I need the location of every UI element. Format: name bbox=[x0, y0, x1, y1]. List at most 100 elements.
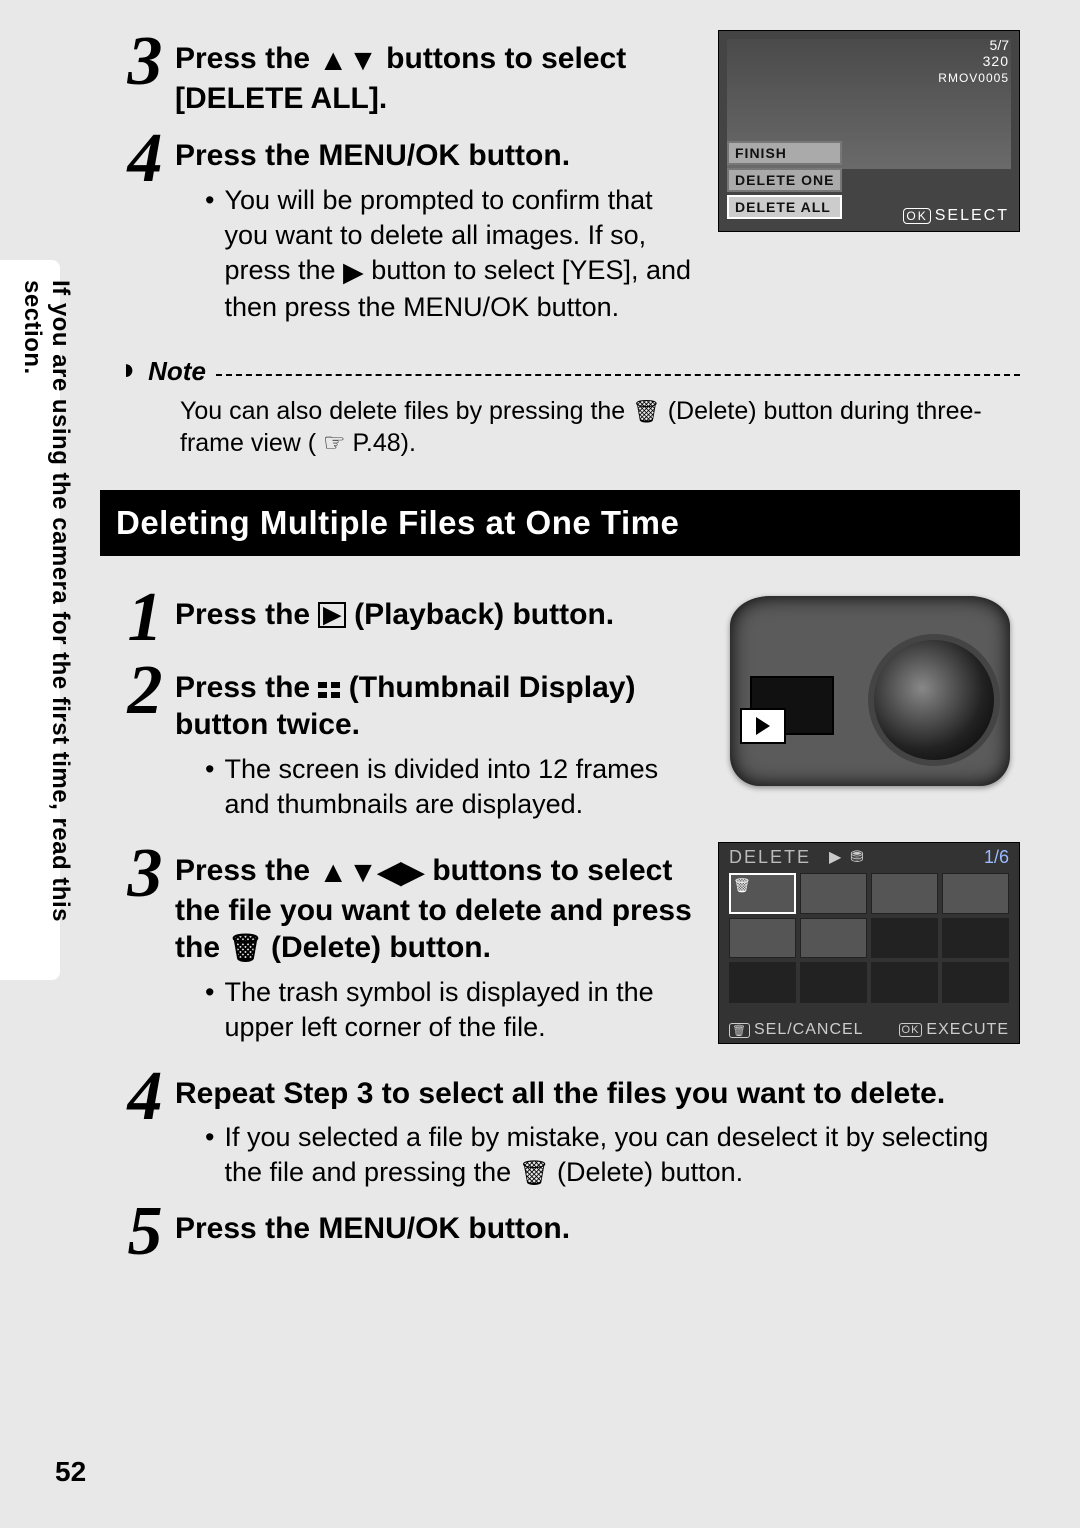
multi-step-3-body: Press the buttons to select the file you… bbox=[175, 842, 698, 1045]
multi-step-2-body: Press the (Thumbnail Display) button twi… bbox=[175, 659, 700, 822]
step-4-body: Press the MENU/OK button. You will be pr… bbox=[175, 127, 698, 325]
thumbnail-cell: 🗑 bbox=[729, 873, 796, 914]
multi-step3-text-a: Press the bbox=[175, 854, 318, 887]
note-dash-rule bbox=[216, 374, 1020, 376]
step-number-3: 3 bbox=[120, 30, 170, 93]
multi-step-1: 1 Press the ▶ (Playback) button. bbox=[120, 586, 700, 649]
figure-delete-menu: 5/7 320 RMOV0005 FINISH DELETE ONE DELET… bbox=[718, 30, 1020, 232]
step-number-5: 5 bbox=[120, 1200, 170, 1263]
side-tab-text: If you are using the camera for the firs… bbox=[18, 280, 74, 980]
thumbnail-grid: 🗑 bbox=[729, 873, 1009, 1003]
multi-step-1-body: Press the ▶ (Playback) button. bbox=[175, 586, 700, 634]
thumbnail-cell bbox=[729, 962, 796, 1003]
step-number-4b: 4 bbox=[120, 1065, 170, 1128]
down-arrow-icon bbox=[348, 42, 378, 80]
col-step-3: 3 Press the buttons to select the file y… bbox=[120, 842, 698, 1055]
step-3-text-a: Press the bbox=[175, 42, 318, 75]
multi-step-3-bullet: The trash symbol is displayed in the upp… bbox=[205, 975, 698, 1045]
down-arrow-icon-2 bbox=[348, 854, 378, 892]
note-bullet-icon: ◗ bbox=[120, 353, 138, 387]
step-3-title: Press the buttons to select [DELETE ALL]… bbox=[175, 40, 698, 117]
multi-step-5-title: Press the MENU/OK button. bbox=[175, 1210, 1020, 1248]
figure-select-text: SELECT bbox=[935, 207, 1009, 225]
ok-button-icon: OK bbox=[899, 1023, 923, 1037]
figure-counter: 5/7 bbox=[990, 37, 1009, 53]
section-heading: Deleting Multiple Files at One Time bbox=[100, 490, 1020, 556]
play-triangle-icon bbox=[756, 717, 770, 735]
row-step-3: 3 Press the buttons to select the file y… bbox=[120, 842, 1020, 1055]
thumbnail-cell bbox=[871, 962, 938, 1003]
step-3-top: 3 Press the buttons to select [DELETE AL… bbox=[120, 30, 698, 117]
multi-step-2-bullet: The screen is divided into 12 frames and… bbox=[205, 752, 700, 822]
figure-thumbnail-delete: DELETE ▶ ⛃ 1/6 🗑 bbox=[718, 842, 1020, 1044]
multi-step-5: 5 Press the MENU/OK button. bbox=[120, 1200, 1020, 1263]
sel-cancel-label: 🗑 SEL/CANCEL bbox=[729, 1021, 864, 1039]
thumbnail-cell bbox=[871, 918, 938, 959]
note-text-c: P.48). bbox=[352, 429, 415, 457]
thumbnail-cell bbox=[871, 873, 938, 914]
multi-step-3: 3 Press the buttons to select the file y… bbox=[120, 842, 698, 1045]
trash-mark-icon: 🗑 bbox=[733, 877, 751, 894]
side-tab: If you are using the camera for the firs… bbox=[0, 260, 60, 980]
trash-icon-2 bbox=[228, 931, 262, 964]
up-arrow-icon-2 bbox=[318, 854, 348, 892]
thumbnail-cell bbox=[942, 918, 1009, 959]
trash-button-icon: 🗑 bbox=[729, 1023, 750, 1038]
figure-select-label: OK SELECT bbox=[903, 207, 1009, 225]
sel-cancel-text: SEL/CANCEL bbox=[754, 1021, 864, 1039]
step-3-body: Press the buttons to select [DELETE ALL]… bbox=[175, 30, 698, 117]
col-steps-1-2: 1 Press the ▶ (Playback) button. 2 Press bbox=[120, 586, 700, 832]
right-arrow-icon bbox=[343, 255, 364, 290]
multi-step-4-bullet: If you selected a file by mistake, you c… bbox=[205, 1120, 1020, 1190]
note-body: You can also delete files by pressing th… bbox=[180, 395, 1020, 460]
camera-lens-shape bbox=[868, 634, 1000, 766]
thumbnail-icon bbox=[318, 682, 340, 698]
step-number-1: 1 bbox=[120, 586, 170, 649]
thumb-fig-footer: 🗑 SEL/CANCEL OK EXECUTE bbox=[729, 1021, 1009, 1039]
step-number-2: 2 bbox=[120, 659, 170, 722]
thumb-fig-count: 1/6 bbox=[984, 847, 1009, 868]
multi-step2-text-a: Press the bbox=[175, 671, 318, 704]
multi-step-1-title: Press the ▶ (Playback) button. bbox=[175, 596, 700, 634]
thumbnail-cell bbox=[800, 962, 867, 1003]
note-label: Note bbox=[148, 356, 206, 387]
menu-item-delete-all: DELETE ALL bbox=[727, 195, 842, 219]
step-4-top: 4 Press the MENU/OK button. You will be … bbox=[120, 127, 698, 325]
menu-item-delete-one: DELETE ONE bbox=[727, 168, 842, 192]
multi-step-5-body: Press the MENU/OK button. bbox=[175, 1200, 1020, 1248]
multi-step-2: 2 Press the (Thumbnail Display) button t… bbox=[120, 659, 700, 822]
step-number-3b: 3 bbox=[120, 842, 170, 905]
thumbnail-cell bbox=[942, 962, 1009, 1003]
multi-step4-bullet-b: (Delete) button. bbox=[557, 1157, 743, 1187]
top-row: 3 Press the buttons to select [DELETE AL… bbox=[120, 30, 1020, 335]
thumbnail-cell bbox=[800, 918, 867, 959]
execute-label: OK EXECUTE bbox=[899, 1021, 1009, 1039]
step-4-title: Press the MENU/OK button. bbox=[175, 137, 698, 175]
multi-step3-bullet-text: The trash symbol is displayed in the upp… bbox=[224, 975, 698, 1045]
left-arrow-icon bbox=[378, 854, 401, 892]
multi-step1-text-a: Press the bbox=[175, 598, 318, 631]
note-header: ◗ Note bbox=[120, 355, 1020, 389]
right-arrow-icon-2 bbox=[401, 854, 424, 892]
playback-icon: ▶ bbox=[318, 602, 345, 629]
manual-page: If you are using the camera for the firs… bbox=[0, 0, 1080, 1528]
thumbnail-cell bbox=[800, 873, 867, 914]
multi-step-4-body: Repeat Step 3 to select all the files yo… bbox=[175, 1065, 1020, 1191]
row-steps-1-2: 1 Press the ▶ (Playback) button. 2 Press bbox=[120, 586, 1020, 832]
note-text-a: You can also delete files by pressing th… bbox=[180, 397, 632, 425]
multi-step-2-title: Press the (Thumbnail Display) button twi… bbox=[175, 669, 700, 744]
multi-step2-bullet-text: The screen is divided into 12 frames and… bbox=[224, 752, 700, 822]
ok-icon: OK bbox=[903, 208, 930, 224]
multi-step-4-title: Repeat Step 3 to select all the files yo… bbox=[175, 1075, 1020, 1113]
step-4-bullet: You will be prompted to confirm that you… bbox=[205, 183, 698, 325]
multi-step3-text-c: (Delete) button. bbox=[271, 931, 491, 964]
figure-camera bbox=[720, 586, 1020, 796]
multi-step1-text-b: (Playback) button. bbox=[354, 598, 614, 631]
trash-icon bbox=[632, 397, 661, 425]
trash-icon-3 bbox=[519, 1157, 550, 1187]
step-number-4: 4 bbox=[120, 127, 170, 190]
thumb-top-icons: ▶ ⛃ bbox=[829, 847, 864, 867]
execute-text: EXECUTE bbox=[926, 1021, 1009, 1039]
figure-menu: FINISH DELETE ONE DELETE ALL bbox=[727, 141, 842, 219]
thumbnail-cell bbox=[942, 873, 1009, 914]
